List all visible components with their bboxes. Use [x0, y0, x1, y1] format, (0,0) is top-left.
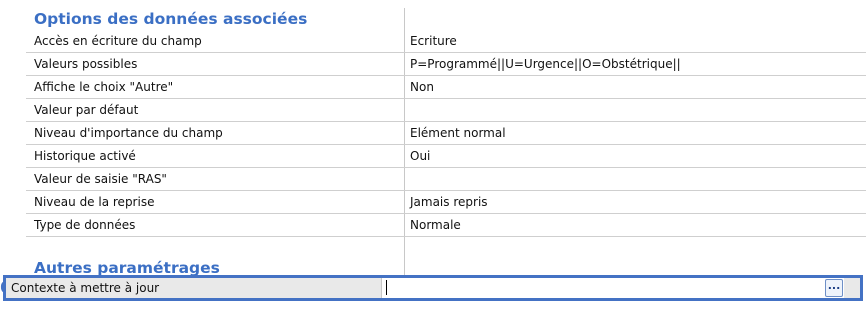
property-label: Niveau d'importance du champ: [34, 126, 223, 140]
property-value[interactable]: Oui: [410, 149, 430, 163]
ellipsis-button[interactable]: ...: [825, 279, 843, 297]
property-row[interactable]: Valeurs possibles P=Programmé||U=Urgence…: [26, 53, 866, 76]
property-value[interactable]: Ecriture: [410, 34, 457, 48]
section-title: Autres paramétrages: [34, 259, 220, 276]
section-other-header[interactable]: Autres paramétrages: [26, 258, 866, 276]
property-label: Valeurs possibles: [34, 57, 138, 71]
property-value[interactable]: Non: [410, 80, 434, 94]
property-row[interactable]: Niveau d'importance du champ Elément nor…: [26, 122, 866, 145]
property-value[interactable]: Normale: [410, 218, 461, 232]
property-label: Accès en écriture du champ: [34, 34, 202, 48]
text-caret: [386, 280, 387, 295]
property-label: Historique activé: [34, 149, 136, 163]
property-value[interactable]: Elément normal: [410, 126, 506, 140]
property-row[interactable]: Niveau de la reprise Jamais repris: [26, 191, 866, 214]
context-input[interactable]: ...: [381, 278, 844, 298]
property-label: Affiche le choix "Autre": [34, 80, 174, 94]
property-label: Niveau de la reprise: [34, 195, 155, 209]
property-grid: Options des données associées Accès en é…: [26, 8, 866, 304]
property-label: Valeur par défaut: [34, 103, 139, 117]
property-label: Contexte à mettre à jour: [11, 281, 160, 295]
property-row[interactable]: Accès en écriture du champ Ecriture: [26, 30, 866, 53]
property-label: Type de données: [34, 218, 136, 232]
property-row[interactable]: Historique activé Oui: [26, 145, 866, 168]
property-row[interactable]: Valeur par défaut: [26, 99, 866, 122]
section-title: Options des données associées: [34, 10, 308, 28]
section-options-header[interactable]: Options des données associées: [26, 8, 866, 30]
property-row[interactable]: Affiche le choix "Autre" Non: [26, 76, 866, 99]
property-label: Valeur de saisie "RAS": [34, 172, 167, 186]
selected-property-row[interactable]: Contexte à mettre à jour ...: [3, 275, 863, 301]
property-row[interactable]: Valeur de saisie "RAS": [26, 168, 866, 191]
property-value[interactable]: P=Programmé||U=Urgence||O=Obstétrique||: [410, 57, 681, 71]
property-row[interactable]: Type de données Normale: [26, 214, 866, 237]
property-value[interactable]: Jamais repris: [410, 195, 488, 209]
